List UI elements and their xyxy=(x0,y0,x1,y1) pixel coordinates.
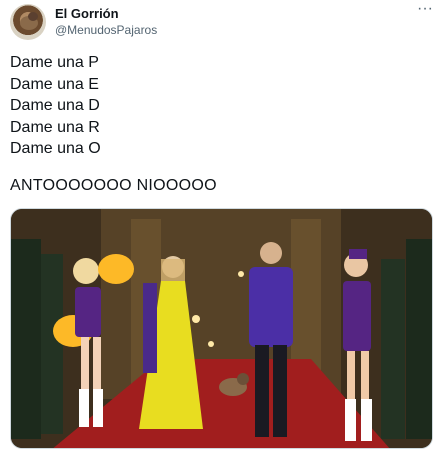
author-display-name[interactable]: El Gorrión xyxy=(55,6,119,21)
guard-right xyxy=(381,259,405,439)
tweet-line: Dame una R xyxy=(10,118,100,136)
sparrow-head xyxy=(237,373,249,385)
author-handle[interactable]: @MenudosPajaros xyxy=(55,23,157,37)
stage-light xyxy=(192,315,200,323)
sock xyxy=(79,389,89,427)
man-head xyxy=(260,242,282,264)
sock xyxy=(93,389,103,427)
stage-light xyxy=(208,341,214,347)
tweet-line: Dame una O xyxy=(10,140,101,157)
guard-left xyxy=(11,239,41,439)
headband xyxy=(349,249,367,259)
tweet-media-image[interactable] xyxy=(10,208,433,449)
tweet-card[interactable]: El Gorrión @MenudosPajaros ··· Dame una … xyxy=(0,0,447,456)
tweet-line: Dame una D xyxy=(10,97,100,114)
more-options-button[interactable]: ··· xyxy=(414,1,436,20)
tweet-line: Dame una P xyxy=(10,54,99,71)
purple-shawl xyxy=(143,283,157,373)
tweet-text: Dame una P Dame una E Dame una D Dame un… xyxy=(10,52,430,160)
stage-light xyxy=(238,271,244,277)
guard-left xyxy=(41,254,63,434)
guard-right xyxy=(406,239,432,439)
woman-hair xyxy=(161,259,185,281)
pompom xyxy=(98,254,134,284)
meme-illustration xyxy=(11,209,432,448)
author-avatar[interactable] xyxy=(10,4,46,40)
tweet-shout-line: ANTOOOOOOO NIOOOOO xyxy=(10,177,217,194)
sock xyxy=(361,399,372,441)
cheerleader-left-uniform xyxy=(75,287,101,337)
sock xyxy=(345,399,356,441)
trouser-leg xyxy=(273,345,287,437)
cheerleader-left-head xyxy=(73,258,99,284)
trouser-leg xyxy=(255,345,269,437)
cheerleader-right-uniform xyxy=(343,281,371,351)
purple-shirt xyxy=(249,267,293,347)
tweet-line: Dame una E xyxy=(10,75,99,93)
sparrow-head xyxy=(28,12,38,21)
more-dots-icon: ··· xyxy=(417,0,433,17)
